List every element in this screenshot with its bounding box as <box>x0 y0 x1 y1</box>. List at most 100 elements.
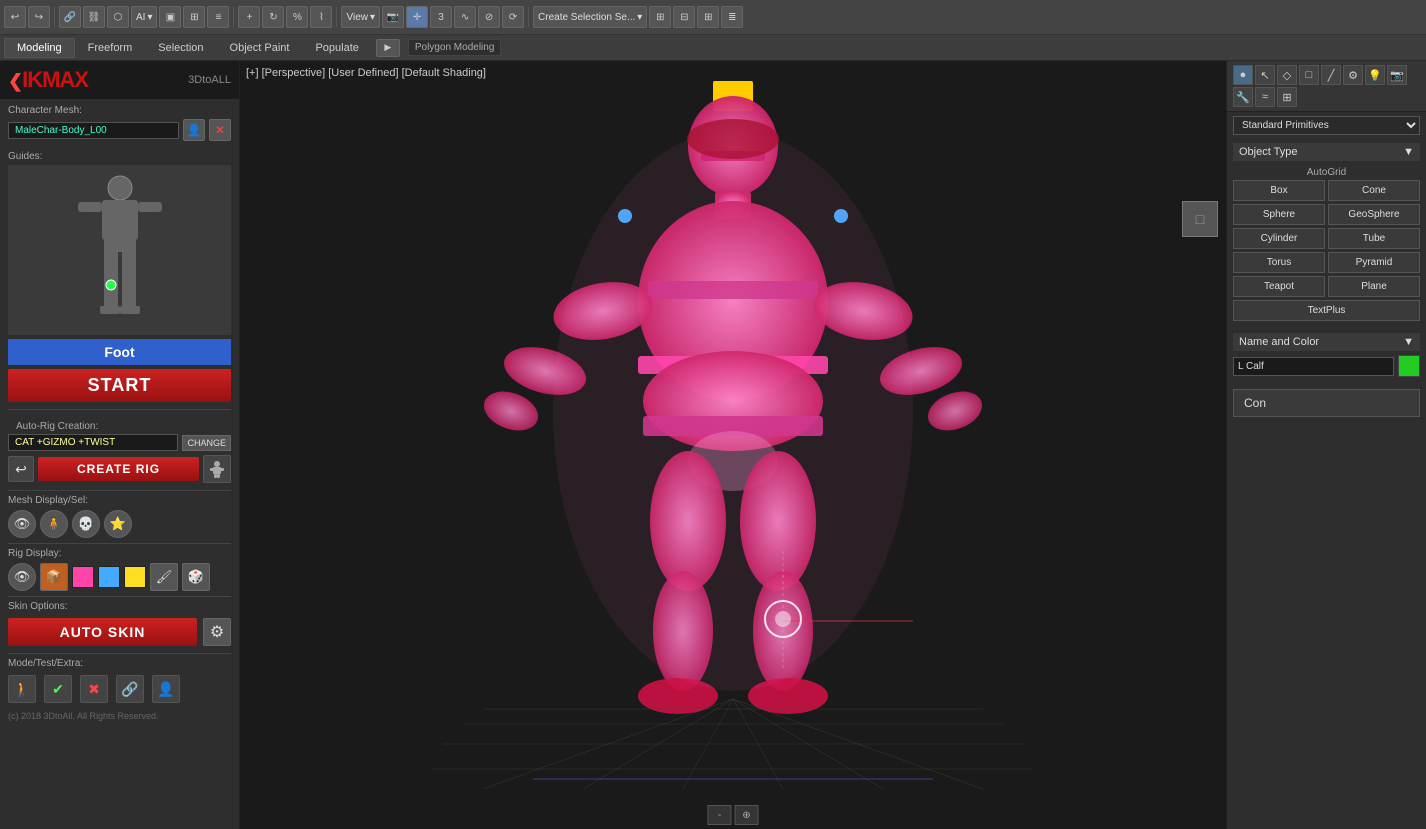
undo-icon[interactable]: ↩ <box>4 6 26 28</box>
cube-color-icon[interactable]: 🎲 <box>182 563 210 591</box>
undo-rig-button[interactable]: ↩ <box>8 456 34 482</box>
start-button[interactable]: START <box>8 369 231 402</box>
mode-stick-icon[interactable]: 🚶 <box>8 675 36 703</box>
obj-box-btn[interactable]: Box <box>1233 180 1325 201</box>
obj-sphere-btn[interactable]: Sphere <box>1233 204 1325 225</box>
mesh-name-box[interactable]: MaleChar-Body_L00 <box>8 122 179 139</box>
rt-helper-icon[interactable]: 🔧 <box>1233 87 1253 107</box>
mesh-display-label: Mesh Display/Sel: <box>8 495 231 506</box>
rt-cursor-icon[interactable]: ↖ <box>1255 65 1275 85</box>
change-button[interactable]: CHANGE <box>182 435 231 451</box>
skin-options-label: Skin Options: <box>8 601 231 612</box>
rt-space-icon[interactable]: ≈ <box>1255 87 1275 107</box>
mode-person-icon[interactable]: 👤 <box>152 675 180 703</box>
tab-modeling[interactable]: Modeling <box>4 38 75 58</box>
obj-plane-btn[interactable]: Plane <box>1328 276 1420 297</box>
color-swatch-blue[interactable] <box>98 566 120 588</box>
viewport-expand-icon[interactable]: □ <box>1182 201 1218 237</box>
nav-minus-btn[interactable]: - <box>708 805 732 825</box>
rt-sys-icon[interactable]: ⊞ <box>1277 87 1297 107</box>
align-icon[interactable]: ≡ <box>207 6 229 28</box>
layer-icon[interactable]: ≣ <box>721 6 743 28</box>
rt-camera-icon[interactable]: 📷 <box>1387 65 1407 85</box>
grid-icon[interactable]: ⊞ <box>697 6 719 28</box>
name-color-title[interactable]: Name and Color ▼ <box>1233 333 1420 351</box>
rotate-snap-icon[interactable]: ↻ <box>262 6 284 28</box>
tab-populate[interactable]: Populate <box>302 38 371 58</box>
body-icon[interactable]: 🧍 <box>40 510 68 538</box>
redo-icon[interactable]: ↪ <box>28 6 50 28</box>
magnet-icon[interactable]: ⌇ <box>310 6 332 28</box>
ai-dropdown[interactable]: AI ▾ <box>131 6 157 28</box>
obj-geosphere-btn[interactable]: GeoSphere <box>1328 204 1420 225</box>
unlink-icon[interactable]: ⛓ <box>83 6 105 28</box>
mode-cross-icon[interactable]: ✖ <box>80 675 108 703</box>
mirror-icon[interactable]: ⊞ <box>183 6 205 28</box>
mode-3-icon[interactable]: 3 <box>430 6 452 28</box>
paint-icon[interactable]: 🖌 <box>150 563 178 591</box>
table-icon[interactable]: ⊟ <box>673 6 695 28</box>
mode-check-icon[interactable]: ✔ <box>44 675 72 703</box>
obj-cylinder-btn[interactable]: Cylinder <box>1233 228 1325 249</box>
guides-section: Guides: <box>0 147 239 339</box>
mode-poly-icon[interactable]: ⊘ <box>478 6 500 28</box>
obj-cone-btn[interactable]: Cone <box>1328 180 1420 201</box>
obj-tube-btn[interactable]: Tube <box>1328 228 1420 249</box>
ai-label: AI <box>136 12 145 23</box>
create-selection-dropdown[interactable]: Create Selection Se... ▾ <box>533 6 647 28</box>
obj-teapot-btn[interactable]: Teapot <box>1233 276 1325 297</box>
divider-9 <box>8 653 231 654</box>
obj-textplus-btn[interactable]: TextPlus <box>1233 300 1420 321</box>
tab-object-paint[interactable]: Object Paint <box>217 38 303 58</box>
view-dropdown[interactable]: View ▾ <box>341 6 380 28</box>
tab-extra[interactable]: ▶ <box>376 39 400 57</box>
link-icon[interactable]: 🔗 <box>59 6 81 28</box>
mode-cycle-icon[interactable]: ⟳ <box>502 6 524 28</box>
rt-light-icon[interactable]: 💡 <box>1365 65 1385 85</box>
autoskin-button[interactable]: AUTO SKIN <box>8 618 197 646</box>
nav-cursor-btn[interactable]: ⊕ <box>735 805 759 825</box>
color-picker[interactable] <box>1398 355 1420 377</box>
tab-selection[interactable]: Selection <box>145 38 216 58</box>
star-icon[interactable]: ⭐ <box>104 510 132 538</box>
mesh-delete-icon[interactable]: ✕ <box>209 119 231 141</box>
rt-diamond-icon[interactable]: ◇ <box>1277 65 1297 85</box>
color-swatch-yellow[interactable] <box>124 566 146 588</box>
snap-icon[interactable]: + <box>238 6 260 28</box>
percent-icon[interactable]: % <box>286 6 308 28</box>
viewport[interactable]: [+] [Perspective] [User Defined] [Defaul… <box>240 61 1226 829</box>
rig-display-row: 👁 📦 🖌 🎲 <box>0 561 239 593</box>
rig-extra-button[interactable] <box>203 455 231 483</box>
gear-button[interactable]: ⚙ <box>203 618 231 646</box>
rt-gear-icon[interactable]: ⚙ <box>1343 65 1363 85</box>
rig-eye-icon[interactable]: 👁 <box>8 563 36 591</box>
schematic-icon[interactable]: ⊞ <box>649 6 671 28</box>
eye-icon[interactable]: 👁 <box>8 510 36 538</box>
bind-icon[interactable]: ⬡ <box>107 6 129 28</box>
tab-freeform[interactable]: Freeform <box>75 38 146 58</box>
create-rig-button[interactable]: CREATE RIG <box>38 457 199 481</box>
obj-torus-btn[interactable]: Torus <box>1233 252 1325 273</box>
select-mode-icon[interactable]: ✛ <box>406 6 428 28</box>
con-box: Con <box>1233 389 1420 417</box>
rt-circle-icon[interactable]: ● <box>1233 65 1253 85</box>
obj-pyramid-btn[interactable]: Pyramid <box>1328 252 1420 273</box>
camera-icon[interactable]: 📷 <box>382 6 404 28</box>
color-swatch-pink[interactable] <box>72 566 94 588</box>
divider-7 <box>8 543 231 544</box>
mode-link-icon[interactable]: 🔗 <box>116 675 144 703</box>
char-mesh-label: Character Mesh: <box>8 105 231 116</box>
name-color-section: Name and Color ▼ <box>1227 329 1426 381</box>
mode-wave-icon[interactable]: ∿ <box>454 6 476 28</box>
foot-label[interactable]: Foot <box>8 339 231 365</box>
skeleton-icon[interactable]: 💀 <box>72 510 100 538</box>
rig-box-icon[interactable]: 📦 <box>40 563 68 591</box>
select-box-icon[interactable]: ▣ <box>159 6 181 28</box>
name-input[interactable] <box>1233 357 1394 376</box>
standard-primitives-dropdown[interactable]: Standard Primitives <box>1233 116 1420 135</box>
object-type-title[interactable]: Object Type ▼ <box>1233 143 1420 161</box>
rt-square-icon[interactable]: □ <box>1299 65 1319 85</box>
mesh-person-icon[interactable]: 👤 <box>183 119 205 141</box>
divider-4 <box>528 7 529 27</box>
rt-slash-icon[interactable]: ╱ <box>1321 65 1341 85</box>
